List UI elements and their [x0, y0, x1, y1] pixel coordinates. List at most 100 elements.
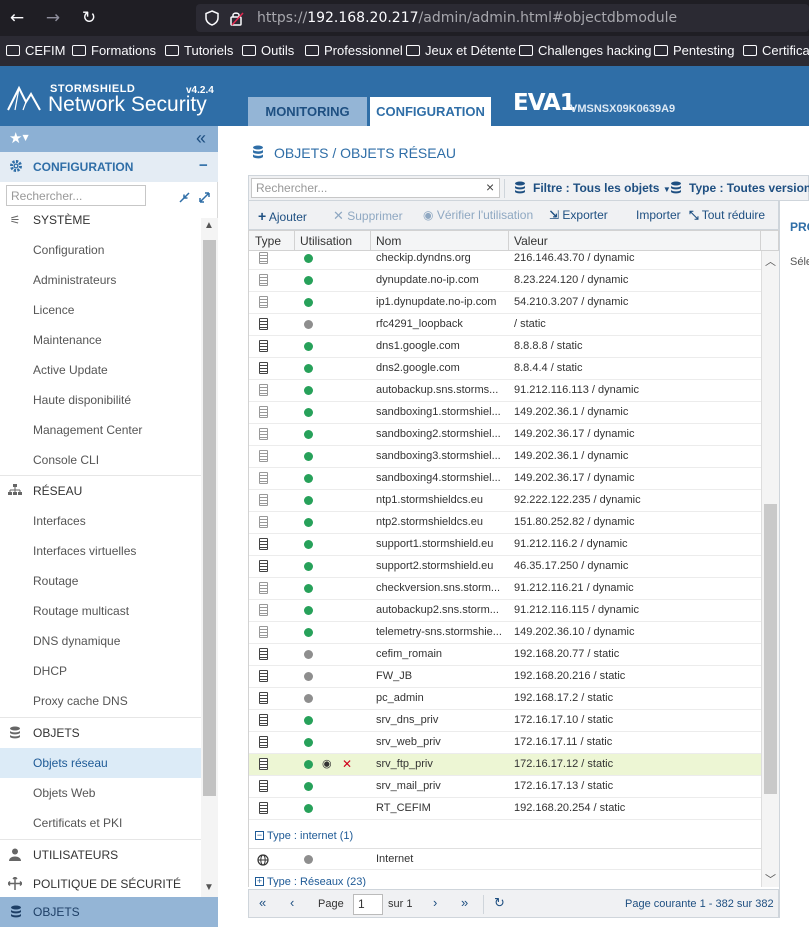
lock-warning-icon[interactable] — [229, 10, 245, 26]
next-page-icon[interactable]: › — [433, 895, 437, 910]
scroll-up-icon[interactable]: ︿ — [765, 253, 776, 269]
tab-monitoring[interactable]: MONITORING — [248, 97, 367, 127]
refresh-icon[interactable]: ↻ — [494, 895, 505, 911]
table-row[interactable]: srv_mail_priv 172.16.17.13 / static — [249, 776, 761, 798]
previous-page-icon[interactable]: ‹ — [290, 895, 294, 910]
table-row[interactable]: RT_CEFIM 192.168.20.254 / static — [249, 798, 761, 820]
table-row[interactable]: autobackup.sns.storms... 91.212.116.113 /… — [249, 380, 761, 402]
table-row[interactable]: dns2.google.com 8.8.4.4 / static — [249, 358, 761, 380]
bookmark-jeux[interactable]: Jeux et Détente — [406, 43, 516, 59]
table-row[interactable]: support1.stormshield.eu 91.212.116.2 / dy… — [249, 534, 761, 556]
table-row[interactable]: srv_dns_priv 172.16.17.10 / static — [249, 710, 761, 732]
favorites-star-icon[interactable]: ★▼ — [9, 129, 29, 147]
table-row[interactable]: pc_admin 192.168.17.2 / static — [249, 688, 761, 710]
bookmark-outils[interactable]: Outils — [242, 43, 294, 59]
sidebar-item-objets-reseau[interactable]: Objets réseau — [0, 748, 201, 778]
last-page-icon[interactable]: » — [461, 895, 468, 910]
table-row[interactable]: dynupdate.no-ip.com 8.23.224.120 / dynami… — [249, 270, 761, 292]
column-utilisation[interactable]: Utilisation — [300, 234, 352, 248]
sidebar-search-box[interactable]: Rechercher... — [6, 185, 146, 206]
grid-scroll-thumb[interactable] — [764, 504, 777, 794]
sidebar-item-routage[interactable]: Routage — [0, 566, 201, 596]
bookmark-pentesting[interactable]: Pentesting — [654, 43, 734, 59]
table-row[interactable]: ntp2.stormshieldcs.eu 151.80.252.82 / dyn… — [249, 512, 761, 534]
sidebar-item-objets-web[interactable]: Objets Web — [0, 778, 201, 808]
sidebar-item-licence[interactable]: Licence — [0, 295, 201, 325]
sidebar-item-dns-dynamique[interactable]: DNS dynamique — [0, 626, 201, 656]
delete-button[interactable]: ✕ Supprimer — [333, 208, 403, 224]
scroll-down-icon[interactable]: ﹀ — [765, 871, 776, 887]
sidebar-item-interfaces-virtuelles[interactable]: Interfaces virtuelles — [0, 536, 201, 566]
bookmark-cefim[interactable]: CEFIM — [6, 43, 65, 59]
bookmark-formations[interactable]: Formations — [72, 43, 156, 59]
column-nom[interactable]: Nom — [376, 234, 401, 248]
sidebar-item-management-center[interactable]: Management Center — [0, 415, 201, 445]
bookmark-certificat[interactable]: Certificat — [743, 43, 809, 59]
shield-icon[interactable] — [205, 10, 219, 26]
table-row[interactable]: checkip.dyndns.org 216.146.43.70 / dynami… — [249, 251, 761, 270]
delete-row-icon[interactable]: ✕ — [342, 757, 352, 771]
first-page-icon[interactable]: « — [259, 895, 266, 910]
sidebar-item-administrateurs[interactable]: Administrateurs — [0, 265, 201, 295]
sidebar-configuration-header[interactable]: CONFIGURATION − — [0, 152, 218, 182]
filter-dropdown[interactable]: Filtre : Tous les objets ▼ — [533, 181, 671, 195]
sidebar-bottom-bar[interactable]: OBJETS — [0, 897, 218, 927]
tab-configuration[interactable]: CONFIGURATION — [370, 97, 491, 127]
table-row[interactable]: sandboxing1.stormshiel... 149.202.36.1 / … — [249, 402, 761, 424]
export-button[interactable]: ⇲ Exporter — [549, 208, 608, 222]
sidebar-section-systeme[interactable]: ⚟ SYSTÈME — [0, 212, 201, 235]
group-internet-header[interactable]: − Type : internet (1) — [249, 826, 761, 848]
page-number-input[interactable]: 1 — [353, 894, 383, 915]
table-row[interactable]: sandboxing4.stormshiel... 149.202.36.17 /… — [249, 468, 761, 490]
eye-icon[interactable]: ◉ — [322, 757, 332, 770]
group-reseaux-header[interactable]: + Type : Réseaux (23) — [249, 872, 761, 887]
sidebar-scrollbar[interactable]: ▲ ▼ — [201, 218, 218, 898]
sidebar-section-utilisateurs[interactable]: UTILISATEURS — [0, 839, 201, 869]
table-row[interactable]: Internet — [249, 848, 761, 870]
clear-search-icon[interactable]: × — [486, 179, 494, 195]
table-row[interactable]: srv_web_priv 172.16.17.11 / static — [249, 732, 761, 754]
collapse-section-icon[interactable]: − — [199, 157, 208, 174]
bookmark-tutoriels[interactable]: Tutoriels — [165, 43, 233, 59]
sidebar-section-politique[interactable]: POLITIQUE DE SÉCURITÉ — [0, 869, 201, 897]
table-row[interactable]: cefim_romain 192.168.20.77 / static — [249, 644, 761, 666]
grid-scrollbar[interactable]: ︿ ﹀ — [761, 251, 779, 887]
check-usage-button[interactable]: ◉ Vérifier l'utilisation — [423, 208, 533, 222]
table-row[interactable]: ◉ ✕ srv_ftp_priv 172.16.17.12 / static — [249, 754, 761, 776]
table-row[interactable]: FW_JB 192.168.20.216 / static — [249, 666, 761, 688]
table-row[interactable]: support2.stormshield.eu 46.35.17.250 / dy… — [249, 556, 761, 578]
table-row[interactable]: autobackup2.sns.storm... 91.212.116.115 /… — [249, 600, 761, 622]
table-row[interactable]: dns1.google.com 8.8.8.8 / static — [249, 336, 761, 358]
sidebar-scroll-thumb[interactable] — [203, 240, 216, 796]
table-row[interactable]: telemetry-sns.stormshie... 149.202.36.10 … — [249, 622, 761, 644]
sidebar-item-dhcp[interactable]: DHCP — [0, 656, 201, 686]
expand-tree-icon[interactable] — [199, 192, 210, 203]
sidebar-item-active-update[interactable]: Active Update — [0, 355, 201, 385]
sidebar-section-objets[interactable]: OBJETS — [0, 717, 201, 747]
collapse-all-button[interactable]: ⤡ Tout réduire — [689, 208, 765, 223]
table-row[interactable]: ip1.dynupdate.no-ip.com 54.210.3.207 / dy… — [249, 292, 761, 314]
sidebar-item-interfaces[interactable]: Interfaces — [0, 506, 201, 536]
scroll-down-icon[interactable]: ▼ — [204, 882, 214, 893]
table-row[interactable]: sandboxing3.stormshiel... 149.202.36.1 / … — [249, 446, 761, 468]
table-row[interactable]: rfc4291_loopback / static — [249, 314, 761, 336]
sidebar-item-certificats-pki[interactable]: Certificats et PKI — [0, 808, 201, 838]
sidebar-item-routage-multicast[interactable]: Routage multicast — [0, 596, 201, 626]
expand-group-icon[interactable]: + — [255, 877, 264, 886]
bookmark-professionnel[interactable]: Professionnel — [305, 43, 403, 59]
table-row[interactable]: checkversion.sns.storm... 91.212.116.21 /… — [249, 578, 761, 600]
table-row[interactable]: sandboxing2.stormshiel... 149.202.36.17 /… — [249, 424, 761, 446]
type-dropdown[interactable]: Type : Toutes versions d' — [689, 181, 809, 195]
sidebar-item-configuration[interactable]: Configuration — [0, 235, 201, 265]
sidebar-item-haute-disponibilite[interactable]: Haute disponibilité — [0, 385, 201, 415]
back-button[interactable]: ← — [7, 8, 27, 28]
bookmark-challenges[interactable]: Challenges hacking — [519, 43, 651, 59]
sidebar-item-proxy-cache-dns[interactable]: Proxy cache DNS — [0, 686, 201, 716]
add-button[interactable]: + Ajouter — [258, 208, 307, 224]
sidebar-item-maintenance[interactable]: Maintenance — [0, 325, 201, 355]
column-valeur[interactable]: Valeur — [514, 234, 548, 248]
collapse-sidebar-icon[interactable]: « — [196, 128, 206, 149]
column-type[interactable]: Type — [255, 234, 281, 248]
table-row[interactable]: ntp1.stormshieldcs.eu 92.222.122.235 / dy… — [249, 490, 761, 512]
object-search-input[interactable]: Rechercher... — [251, 178, 500, 198]
